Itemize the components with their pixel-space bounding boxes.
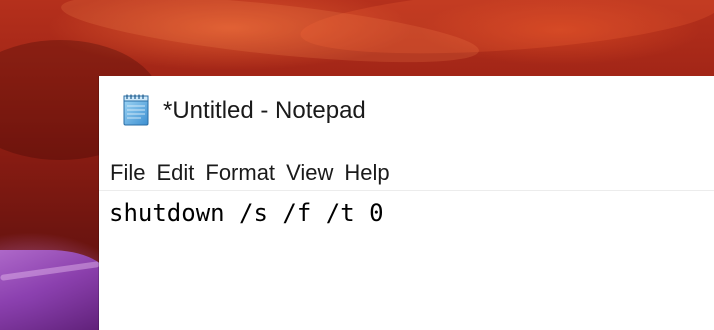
menu-file[interactable]: File [110,158,145,188]
title-bar[interactable]: *Untitled - Notepad [99,76,714,148]
menu-format[interactable]: Format [205,158,275,188]
window-title: *Untitled - Notepad [163,97,366,124]
editor-content[interactable]: shutdown /s /f /t 0 [109,196,384,230]
notepad-window[interactable]: *Untitled - Notepad File Edit Format Vie… [99,76,714,330]
menu-edit[interactable]: Edit [156,158,194,188]
menu-view[interactable]: View [286,158,333,188]
notepad-icon[interactable] [119,93,153,127]
text-editor-area[interactable]: shutdown /s /f /t 0 [99,192,714,330]
menu-bar: File Edit Format View Help [99,156,714,191]
menu-help[interactable]: Help [344,158,389,188]
